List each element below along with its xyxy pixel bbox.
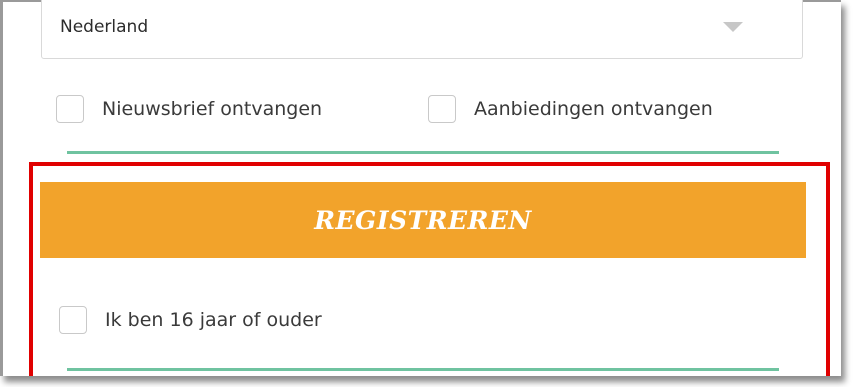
age-confirm-option[interactable]: Ik ben 16 jaar of ouder <box>59 306 322 334</box>
age-confirm-label: Ik ben 16 jaar of ouder <box>105 309 322 331</box>
offers-label: Aanbiedingen ontvangen <box>474 98 713 120</box>
chevron-down-icon[interactable] <box>723 22 743 32</box>
newsletter-option[interactable]: Nieuwsbrief ontvangen <box>56 95 322 123</box>
newsletter-checkbox[interactable] <box>56 95 84 123</box>
divider-line <box>67 151 779 154</box>
age-confirm-checkbox[interactable] <box>59 306 87 334</box>
offers-option[interactable]: Aanbiedingen ontvangen <box>428 95 713 123</box>
newsletter-label: Nieuwsbrief ontvangen <box>102 98 323 120</box>
offers-checkbox[interactable] <box>428 95 456 123</box>
country-select-value: Nederland <box>60 17 149 37</box>
registration-form-panel: Nederland Nieuwsbrief ontvangen Aanbiedi… <box>0 0 841 376</box>
register-button[interactable]: REGISTREREN <box>40 182 806 258</box>
divider-line-bottom <box>67 368 779 371</box>
country-select[interactable]: Nederland <box>41 0 803 59</box>
panel-left-border <box>0 0 3 376</box>
